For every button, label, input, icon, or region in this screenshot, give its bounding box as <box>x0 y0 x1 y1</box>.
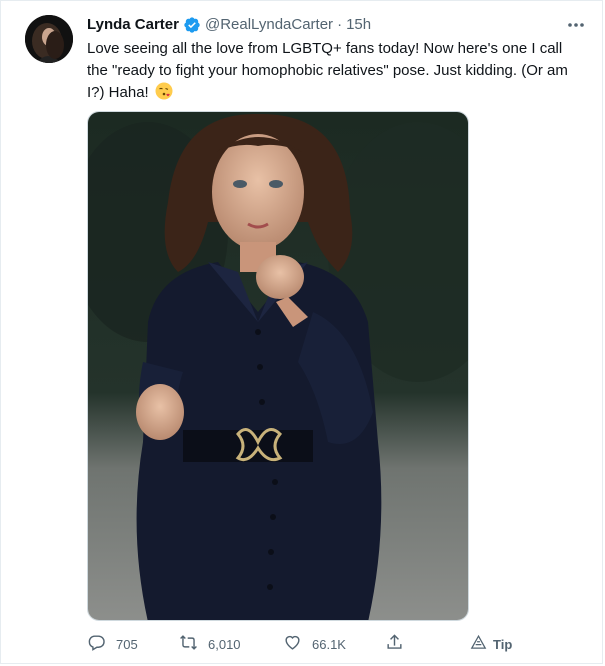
heart-icon <box>283 633 302 655</box>
tweet-text: Love seeing all the love from LGBTQ+ fan… <box>87 38 587 104</box>
retweet-count: 6,010 <box>208 636 241 652</box>
separator-dot: · <box>337 16 343 33</box>
tweet-photo[interactable] <box>87 111 469 621</box>
reply-count: 705 <box>116 636 138 652</box>
tip-icon <box>470 634 487 654</box>
retweet-icon <box>179 633 198 655</box>
tweet-card[interactable]: Lynda Carter @RealLyndaCarter · 15h Love… <box>0 0 603 664</box>
more-options-icon[interactable] <box>564 15 588 35</box>
tip-label: Tip <box>493 636 513 652</box>
tip-button[interactable]: Tip <box>470 630 512 658</box>
author-handle[interactable]: @RealLyndaCarter <box>205 15 333 35</box>
verified-badge-icon <box>183 16 201 34</box>
share-button[interactable] <box>385 630 404 658</box>
reply-icon <box>87 633 106 655</box>
like-button[interactable]: 66.1K <box>283 630 346 658</box>
face-blowing-kiss-icon <box>155 82 173 100</box>
retweet-button[interactable]: 6,010 <box>179 630 241 658</box>
share-icon <box>385 633 404 655</box>
tweet-timestamp[interactable]: 15h <box>346 15 371 35</box>
avatar[interactable] <box>25 15 73 63</box>
reply-button[interactable]: 705 <box>87 630 138 658</box>
tweet-actions: 705 6,010 66.1K Tip <box>87 630 527 658</box>
tweet-header: Lynda Carter @RealLyndaCarter · 15h <box>87 15 371 35</box>
author-name[interactable]: Lynda Carter <box>87 15 179 35</box>
like-count: 66.1K <box>312 636 346 652</box>
